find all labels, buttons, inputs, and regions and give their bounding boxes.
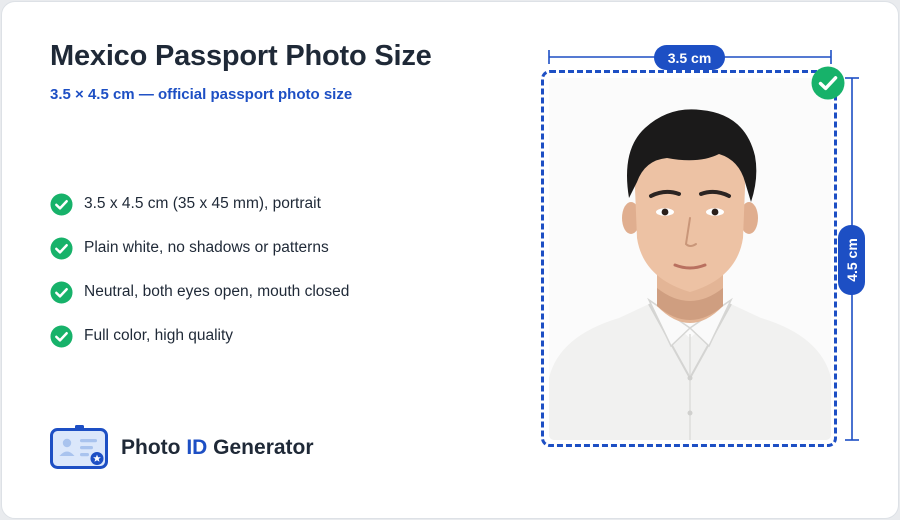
brand-logo: Photo ID Generator (50, 425, 314, 471)
height-label: 4.5 cm (838, 225, 865, 295)
id-card-icon (50, 425, 108, 469)
check-circle-icon (50, 280, 73, 304)
requirement-text: 3.5 x 4.5 cm (35 x 45 mm), portrait (84, 195, 321, 212)
width-label: 3.5 cm (654, 45, 725, 70)
requirement-text: Full color, high quality (84, 327, 234, 344)
requirement-text: Plain white, no shadows or patterns (84, 239, 329, 256)
page-subtitle: 3.5 × 4.5 cm — official passport photo s… (50, 86, 353, 103)
brand-name: Photo ID Generator (121, 436, 314, 459)
requirement-item: Neutral, both eyes open, mouth closed (50, 280, 349, 304)
requirement-item: 3.5 x 4.5 cm (35 x 45 mm), portrait (50, 192, 349, 216)
requirements-list: 3.5 x 4.5 cm (35 x 45 mm), portrait Plai… (50, 192, 349, 368)
check-circle-icon (50, 236, 73, 260)
check-circle-icon (50, 324, 73, 348)
page-title: Mexico Passport Photo Size (50, 40, 432, 72)
verified-check-icon (811, 66, 845, 100)
requirement-item: Plain white, no shadows or patterns (50, 236, 349, 260)
photo-frame (541, 70, 837, 447)
requirement-text: Neutral, both eyes open, mouth closed (84, 283, 350, 300)
check-circle-icon (50, 192, 73, 216)
requirement-item: Full color, high quality (50, 324, 349, 348)
